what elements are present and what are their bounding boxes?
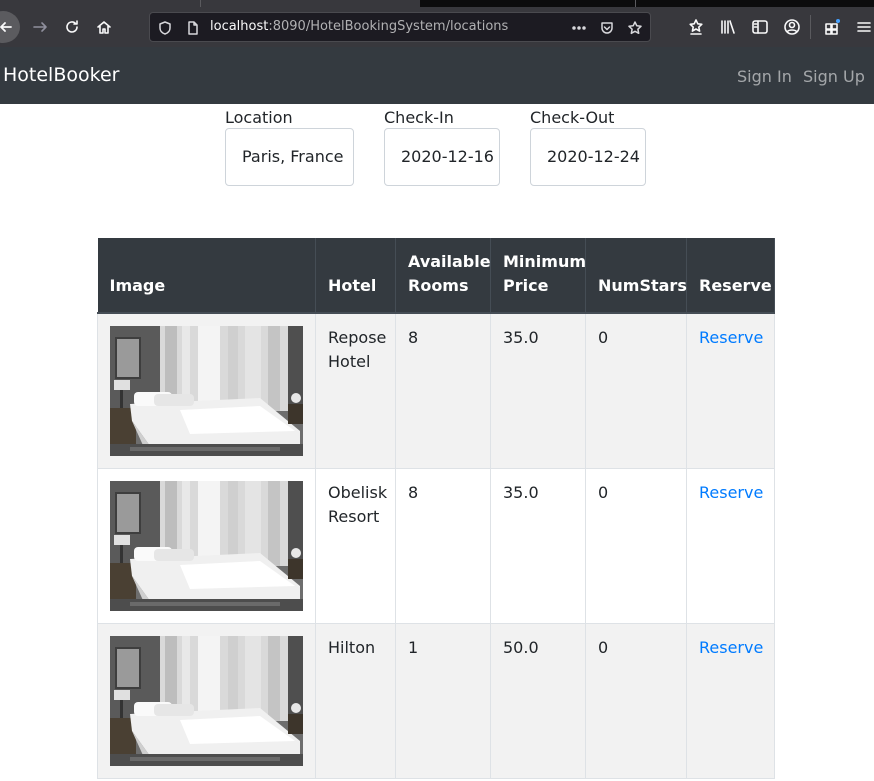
account-icon <box>784 19 800 35</box>
location-field[interactable]: Paris, France <box>225 128 354 186</box>
reserve-link[interactable]: Reserve <box>699 638 763 657</box>
extensions-icon <box>825 19 840 35</box>
url-bar[interactable]: localhost:8090/HotelBookingSystem/locati… <box>149 12 651 42</box>
hotel-room-image <box>110 636 303 766</box>
browser-toolbar: localhost:8090/HotelBookingSystem/locati… <box>0 7 874 47</box>
hotel-name: Hilton <box>315 623 396 779</box>
location-label: Location <box>225 108 293 127</box>
reserve-link[interactable]: Reserve <box>699 328 763 347</box>
pocket-icon[interactable] <box>598 19 616 37</box>
app-navbar: HotelBooker Sign In Sign Up <box>0 47 874 104</box>
hotel-image-cell <box>97 468 316 624</box>
home-icon <box>97 21 111 34</box>
sidebar-icon <box>752 20 768 34</box>
num-stars: 0 <box>585 468 687 624</box>
account-button[interactable] <box>782 17 802 37</box>
menu-button[interactable] <box>854 17 874 37</box>
column-header-hotel: Hotel <box>315 238 396 314</box>
column-header-available-rooms: Available Rooms <box>395 238 491 314</box>
brand-link[interactable]: HotelBooker <box>3 64 119 86</box>
column-header-minimum-price: Minimum Price <box>490 238 586 314</box>
table-header-row: Image Hotel Available Rooms Minimum Pric… <box>97 238 775 314</box>
hotel-image-cell <box>97 623 316 779</box>
checkout-field[interactable]: 2020-12-24 <box>530 128 646 186</box>
sign-up-link[interactable]: Sign Up <box>803 67 865 86</box>
toolbar-separator <box>810 15 811 39</box>
minimum-price: 50.0 <box>490 623 586 779</box>
hotel-name: Repose Hotel <box>315 312 396 469</box>
hotel-name: Obelisk Resort <box>315 468 396 624</box>
tab-separator <box>635 0 636 7</box>
checkout-label: Check-Out <box>530 108 615 127</box>
reserve-cell: Reserve <box>686 468 775 624</box>
star-icon[interactable] <box>626 19 644 37</box>
url-path: :8090/HotelBookingSystem/locations <box>268 19 509 34</box>
minimum-price: 35.0 <box>490 468 586 624</box>
tab-separator <box>200 0 201 7</box>
back-icon <box>0 22 12 32</box>
table-row: Repose Hotel 8 35.0 0 Reserve <box>97 312 775 469</box>
hotel-room-image <box>110 481 303 611</box>
available-rooms: 8 <box>395 312 491 469</box>
column-header-numstars: NumStars <box>585 238 687 314</box>
reload-button[interactable] <box>62 17 82 37</box>
minimum-price: 35.0 <box>490 312 586 469</box>
library-button[interactable] <box>718 17 738 37</box>
hotel-room-image <box>110 326 303 456</box>
downloads-button[interactable] <box>686 17 706 37</box>
menu-icon <box>857 22 871 32</box>
sidebar-button[interactable] <box>750 17 770 37</box>
available-rooms: 8 <box>395 468 491 624</box>
checkin-field[interactable]: 2020-12-16 <box>384 128 500 186</box>
reserve-cell: Reserve <box>686 312 775 469</box>
table-row: Obelisk Resort 8 35.0 0 Reserve <box>97 468 775 624</box>
shield-icon[interactable] <box>156 19 174 37</box>
table-row: Hilton 1 50.0 0 Reserve <box>97 623 775 779</box>
page-icon[interactable] <box>184 19 202 37</box>
url-host: localhost <box>210 19 269 34</box>
column-header-reserve: Reserve <box>686 238 775 314</box>
checkin-label: Check-In <box>384 108 454 127</box>
home-button[interactable] <box>94 17 114 37</box>
hotel-results-table: Image Hotel Available Rooms Minimum Pric… <box>97 238 775 779</box>
num-stars: 0 <box>585 312 687 469</box>
column-header-image: Image <box>97 238 316 314</box>
sign-in-link[interactable]: Sign In <box>737 67 792 86</box>
reserve-link[interactable]: Reserve <box>699 483 763 502</box>
available-rooms: 1 <box>395 623 491 779</box>
forward-icon <box>33 22 47 32</box>
extensions-button[interactable] <box>822 17 842 37</box>
reserve-cell: Reserve <box>686 623 775 779</box>
num-stars: 0 <box>585 623 687 779</box>
reload-icon <box>66 20 78 33</box>
forward-button[interactable] <box>30 17 50 37</box>
downloads-icon <box>689 19 703 35</box>
browser-tab-active[interactable] <box>0 0 420 7</box>
browser-tab-strip <box>0 0 874 7</box>
back-button[interactable] <box>0 11 20 43</box>
url-text[interactable]: localhost:8090/HotelBookingSystem/locati… <box>210 19 508 34</box>
more-icon[interactable] <box>570 19 588 37</box>
library-icon <box>721 20 735 34</box>
hotel-image-cell <box>97 312 316 469</box>
